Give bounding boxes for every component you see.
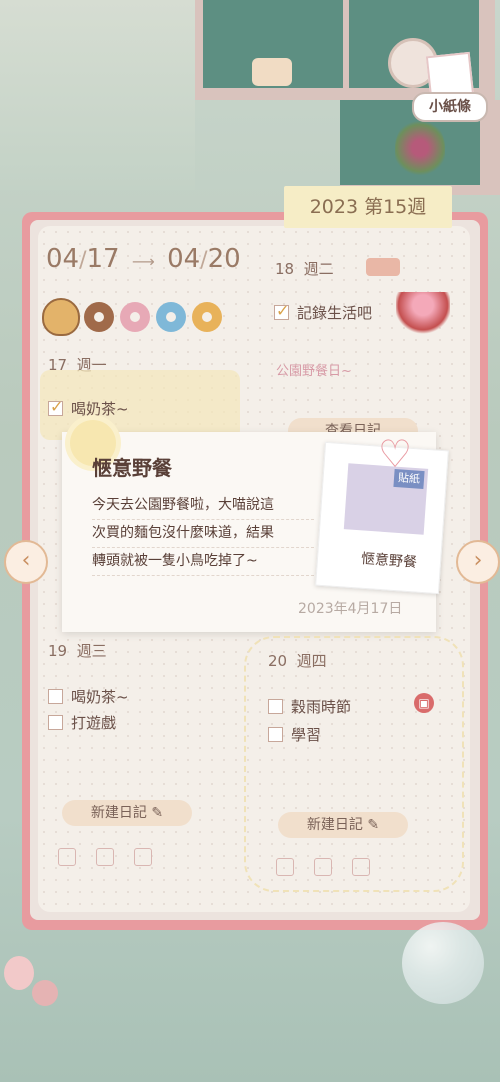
- task-item[interactable]: 喝奶茶~: [48, 398, 129, 419]
- task-label: 喝奶茶~: [71, 688, 129, 706]
- donut-icon: [156, 302, 186, 332]
- prev-page-button[interactable]: ‹: [4, 540, 48, 584]
- task-label: 學習: [291, 726, 322, 744]
- note-button[interactable]: 小紙條: [412, 92, 488, 122]
- cloud-frame: [244, 636, 464, 892]
- task-item[interactable]: 記錄生活吧: [274, 302, 372, 323]
- checkbox[interactable]: [48, 401, 63, 416]
- bubble-decoration: [402, 922, 484, 1004]
- empty-slots: [276, 858, 390, 880]
- button-label: 新建日記: [90, 805, 147, 821]
- start-day: 17: [86, 244, 120, 274]
- day-number: 18: [275, 260, 295, 278]
- gift-icon[interactable]: ▣: [414, 693, 434, 713]
- day-20-header: 20 週四: [268, 650, 327, 671]
- edit-icon: ✎: [367, 817, 380, 833]
- slot[interactable]: [276, 858, 294, 876]
- task-label: 喝奶茶~: [71, 400, 129, 418]
- task-item[interactable]: 喝奶茶~: [48, 686, 129, 707]
- popup-title: 愜意野餐: [92, 456, 172, 480]
- task-item[interactable]: 打遊戲: [48, 712, 116, 733]
- checkbox[interactable]: [274, 305, 289, 320]
- donut-icon: [120, 302, 150, 332]
- cat-sticker-icon: [42, 298, 80, 336]
- weekday: 週二: [303, 260, 334, 278]
- day-number: 19: [48, 642, 68, 660]
- day-19-header: 19 週三: [48, 640, 107, 661]
- popup-date: 2023年4月17日: [298, 601, 403, 617]
- end-day: 20: [207, 244, 241, 274]
- week-tab: 2023 第15週: [284, 186, 452, 228]
- bread-icon: [366, 258, 400, 276]
- weekday: 週三: [76, 642, 107, 660]
- slot[interactable]: [58, 848, 76, 866]
- task-item[interactable]: 學習: [268, 724, 321, 745]
- weekday: 週四: [296, 652, 327, 670]
- popup-line: 今天去公園野餐啦，大喵說這: [92, 492, 314, 520]
- day-number: 20: [268, 652, 288, 670]
- checkbox[interactable]: [48, 715, 63, 730]
- slot[interactable]: [96, 848, 114, 866]
- new-diary-button[interactable]: 新建日記 ✎: [278, 812, 408, 838]
- popup-line: 轉頭就被一隻小鳥吃掉了~: [92, 548, 314, 576]
- empty-slots: [58, 848, 172, 870]
- checkbox[interactable]: [268, 699, 283, 714]
- edit-icon: ✎: [151, 805, 164, 821]
- heart-icon: ♡: [378, 432, 413, 476]
- task-label: 穀雨時節: [291, 698, 352, 716]
- donut-icon: [192, 302, 222, 332]
- slot[interactable]: [134, 848, 152, 866]
- new-diary-button[interactable]: 新建日記 ✎: [62, 800, 192, 826]
- end-month: 04: [167, 244, 201, 274]
- plant-decoration: [395, 118, 445, 178]
- day-note: 公園野餐日~: [276, 364, 352, 379]
- start-month: 04: [46, 244, 80, 274]
- button-label: 新建日記: [306, 817, 363, 833]
- task-label: 記錄生活吧: [297, 304, 373, 322]
- room-wall: [0, 0, 195, 190]
- task-item[interactable]: 穀雨時節: [268, 696, 351, 717]
- slot[interactable]: [352, 858, 370, 876]
- slot[interactable]: [314, 858, 332, 876]
- checkbox[interactable]: [48, 689, 63, 704]
- next-page-button[interactable]: ›: [456, 540, 500, 584]
- checkbox[interactable]: [268, 727, 283, 742]
- popup-body: 今天去公園野餐啦，大喵說這 次買的麵包沒什麼味道，結果 轉頭就被一隻小鳥吃掉了~: [92, 492, 314, 576]
- task-label: 打遊戲: [71, 714, 117, 732]
- charm-decoration: [0, 930, 60, 1020]
- cake-decoration: [252, 58, 292, 86]
- donut-icon: [84, 302, 114, 332]
- popup-line: 次買的麵包沒什麼味道，結果: [92, 520, 314, 548]
- day-18-header: 18 週二: [275, 258, 334, 279]
- picnic-girl-sticker: [396, 292, 450, 336]
- donut-icon: [228, 302, 258, 332]
- donut-row: [84, 302, 264, 336]
- date-range: 04 / 17 ⟶ 04 / 20: [46, 244, 241, 274]
